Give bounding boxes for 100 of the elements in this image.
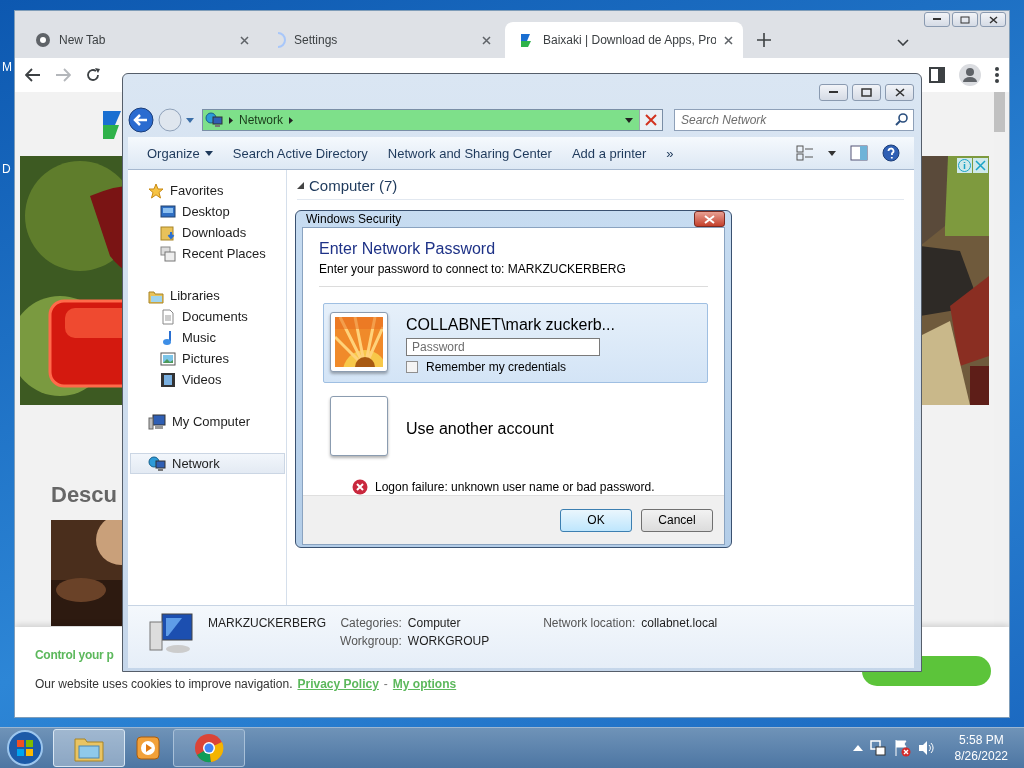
sidebar-item[interactable]: My Computer bbox=[128, 411, 286, 432]
close-icon[interactable] bbox=[724, 35, 733, 45]
network-icon[interactable] bbox=[868, 739, 887, 757]
reload-icon[interactable] bbox=[85, 67, 101, 83]
close-button[interactable] bbox=[980, 12, 1006, 27]
menu-icon[interactable] bbox=[995, 67, 999, 83]
dialog-subtitle: Enter your password to connect to: MARKZUCKERBERG bbox=[319, 262, 627, 276]
sidebar-item[interactable]: Documents bbox=[128, 306, 286, 327]
dialog-title: Windows Security bbox=[306, 212, 402, 226]
caret-icon bbox=[229, 116, 233, 124]
play-icon bbox=[135, 734, 163, 762]
side-panel-icon[interactable] bbox=[929, 67, 945, 83]
maximize-button[interactable] bbox=[852, 84, 881, 101]
sidebar-item[interactable]: Favorites bbox=[128, 180, 286, 201]
browser-tab[interactable]: Settings bbox=[263, 22, 501, 58]
restore-icon bbox=[960, 15, 970, 24]
password-field[interactable]: Password bbox=[406, 338, 600, 356]
account-tile[interactable]: Use another account bbox=[323, 387, 708, 467]
minimize-button[interactable] bbox=[819, 84, 848, 101]
sidebar-item[interactable]: Libraries bbox=[128, 285, 286, 306]
pictures-icon bbox=[160, 350, 176, 367]
sidebar-item[interactable]: Music bbox=[128, 327, 286, 348]
desktop-icon-label[interactable]: M bbox=[2, 60, 12, 74]
leaf-logo-icon[interactable] bbox=[103, 109, 123, 139]
toolbar-button[interactable]: Search Active Directory bbox=[222, 139, 378, 167]
folder-icon bbox=[160, 224, 176, 241]
show-hidden-icon[interactable] bbox=[852, 745, 863, 751]
separator-text: - bbox=[383, 677, 388, 691]
sidebar-item[interactable]: Desktop bbox=[128, 201, 286, 222]
expanded-triangle-icon[interactable] bbox=[297, 182, 304, 189]
toolbar-button[interactable]: Network and Sharing Center bbox=[377, 139, 562, 167]
sidebar-item[interactable]: Videos bbox=[128, 369, 286, 390]
loading-spinner-icon bbox=[277, 32, 286, 48]
caret-icon bbox=[289, 116, 293, 124]
flag-icon[interactable] bbox=[892, 739, 911, 757]
clock-date[interactable]: 8/26/2022 bbox=[954, 748, 1008, 764]
toolbar-button[interactable]: » bbox=[656, 139, 684, 167]
computer-name: MARKZUCKERBERG bbox=[208, 615, 326, 630]
property-value: WORKGROUP bbox=[407, 634, 490, 648]
scroll-thumb[interactable] bbox=[994, 92, 1005, 132]
plus-icon[interactable] bbox=[757, 33, 771, 47]
property-label: Network location: bbox=[543, 616, 636, 630]
monitor-icon bbox=[160, 203, 176, 220]
section-heading: Descu bbox=[51, 482, 118, 508]
chevron-down-icon[interactable] bbox=[897, 39, 909, 46]
close-button[interactable] bbox=[885, 84, 914, 101]
property-label: Workgroup: bbox=[340, 634, 402, 648]
banner-title: Control your p bbox=[35, 648, 114, 662]
browser-tab[interactable]: New Tab bbox=[21, 22, 259, 58]
network-icon bbox=[148, 455, 166, 472]
account-name: COLLABNET\mark zuckerb... bbox=[406, 316, 615, 334]
film-icon bbox=[160, 371, 176, 388]
circle-logo-icon bbox=[35, 32, 51, 48]
banner-text: Our website uses cookies to improve navigation. bbox=[35, 677, 293, 691]
sidebar-item[interactable]: Recent Places bbox=[128, 243, 286, 264]
sidebar-item[interactable]: Pictures bbox=[128, 348, 286, 369]
group-header[interactable]: Computer (7) bbox=[309, 177, 398, 194]
computer-icon bbox=[148, 413, 166, 430]
minimize-button[interactable] bbox=[924, 12, 950, 27]
star-icon bbox=[148, 182, 164, 199]
document-icon bbox=[160, 308, 176, 325]
clock-time[interactable]: 5:58 PM bbox=[958, 732, 1004, 748]
search-field[interactable]: Search Network bbox=[674, 109, 914, 131]
close-button[interactable] bbox=[694, 211, 725, 227]
account-tile[interactable]: COLLABNET\mark zuckerb... Password Remember my credentials bbox=[323, 303, 708, 383]
stop-icon[interactable] bbox=[639, 110, 662, 130]
caret-icon[interactable] bbox=[828, 150, 836, 156]
volume-icon[interactable] bbox=[916, 739, 935, 757]
toolbar-button[interactable]: Add a printer bbox=[561, 139, 657, 167]
sidebar-item[interactable]: Downloads bbox=[128, 222, 286, 243]
close-icon[interactable] bbox=[240, 35, 249, 45]
property-value: collabnet.local bbox=[641, 616, 718, 630]
property-value: Computer bbox=[407, 616, 462, 630]
sidebar-item[interactable]: Network bbox=[130, 453, 285, 474]
preview-pane-icon[interactable] bbox=[850, 145, 868, 161]
dropdown-icon[interactable] bbox=[625, 117, 633, 123]
close-icon bbox=[704, 214, 715, 224]
error-message: Logon failure: unknown user name or bad password. bbox=[375, 480, 655, 494]
restore-icon bbox=[861, 88, 872, 97]
close-icon[interactable] bbox=[482, 35, 491, 45]
account-name: Use another account bbox=[406, 420, 554, 438]
help-icon[interactable] bbox=[882, 144, 900, 162]
desktop-icon-label[interactable]: D bbox=[2, 162, 11, 176]
dialog-button[interactable]: OK bbox=[560, 508, 632, 532]
back-arrow-icon[interactable] bbox=[25, 68, 41, 82]
profile-icon[interactable] bbox=[959, 64, 981, 86]
back-button[interactable] bbox=[128, 107, 154, 133]
checkbox-label[interactable]: Remember my credentials bbox=[426, 360, 567, 374]
dialog-button[interactable]: Cancel bbox=[641, 508, 713, 532]
browser-tab[interactable]: Baixaki | Download de Apps, Pro bbox=[505, 22, 743, 58]
view-options-icon[interactable] bbox=[796, 145, 814, 161]
toolbar-menu[interactable]: Organize bbox=[137, 139, 223, 167]
network-icon bbox=[205, 112, 223, 128]
close-icon bbox=[894, 88, 905, 97]
error-icon bbox=[352, 479, 368, 495]
checkbox[interactable] bbox=[406, 361, 418, 373]
circle-logo-icon bbox=[194, 733, 224, 763]
address-bar[interactable]: Network bbox=[202, 109, 663, 131]
recent-places-icon bbox=[160, 245, 176, 262]
close-icon bbox=[988, 15, 998, 24]
